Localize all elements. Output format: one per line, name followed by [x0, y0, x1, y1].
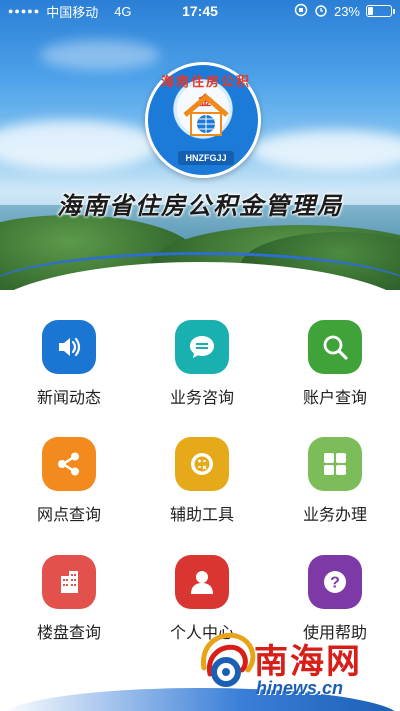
chat-bubble-icon	[190, 336, 214, 358]
menu-item-label: 业务办理	[302, 507, 367, 524]
menu-item-branch-query[interactable]: 网点查询	[2, 417, 136, 524]
menu-item-tools[interactable]: 辅助工具	[135, 417, 269, 524]
menu-item-icon	[175, 437, 229, 491]
menu-item-icon	[42, 437, 96, 491]
grid-icon	[324, 453, 346, 475]
share-nodes-icon	[58, 452, 79, 476]
speaker-icon	[59, 337, 81, 357]
menu-item-icon	[308, 437, 362, 491]
menu-item-icon	[308, 320, 362, 374]
clock: 17:45	[182, 3, 218, 19]
menu-item-label: 新闻动态	[36, 390, 101, 407]
watermark-name: 南海网	[254, 642, 362, 682]
network-type: 4G	[114, 3, 132, 19]
svg-text:?: ?	[330, 575, 340, 592]
org-title: 海南省住房公积金管理局	[57, 191, 343, 220]
cloud	[250, 130, 400, 170]
tools-icon	[191, 453, 213, 475]
battery-level	[368, 7, 373, 15]
menu-item-consult[interactable]: 业务咨询	[135, 300, 269, 407]
menu-item-icon	[175, 555, 229, 609]
rotation-lock-icon	[294, 3, 308, 20]
menu-item-icon	[175, 320, 229, 374]
carrier-name: 中国移动	[46, 4, 99, 20]
logo-tag: HNZFGJJ	[178, 151, 234, 165]
status-bar: ●●●●● 中国移动 4G 17:45 23%	[0, 0, 400, 22]
menu-item-label: 账户查询	[302, 390, 367, 407]
menu-item-label: 辅助工具	[169, 507, 234, 524]
building-icon	[61, 571, 78, 593]
battery-icon	[366, 5, 395, 17]
menu-item-icon	[42, 555, 96, 609]
person-icon	[191, 571, 213, 594]
menu-item-account-query[interactable]: 账户查询	[268, 300, 400, 407]
cloud	[40, 40, 160, 70]
menu-item-property-query[interactable]: 楼盘查询	[2, 535, 136, 642]
house-icon	[183, 94, 229, 136]
menu-item-label: 网点查询	[36, 507, 101, 524]
watermark: 南海网 hinews.cn	[196, 614, 400, 711]
watermark-url: hinews.cn	[256, 678, 344, 698]
menu-item-business[interactable]: 业务办理	[268, 417, 400, 524]
battery-percent: 23%	[333, 3, 360, 19]
signal-strength: ●●●●●	[8, 6, 41, 16]
menu-item-icon	[42, 320, 96, 374]
menu-item-label: 业务咨询	[169, 390, 234, 407]
cloud	[0, 120, 160, 170]
search-icon	[323, 335, 348, 360]
menu-item-news[interactable]: 新闻动态	[2, 300, 136, 407]
org-logo: 海南住房公积金 HNZFGJJ	[145, 62, 261, 178]
alarm-icon	[314, 3, 328, 20]
menu-item-icon: ?	[308, 555, 362, 609]
menu-item-label: 楼盘查询	[36, 625, 101, 642]
question-icon: ?	[324, 571, 346, 593]
